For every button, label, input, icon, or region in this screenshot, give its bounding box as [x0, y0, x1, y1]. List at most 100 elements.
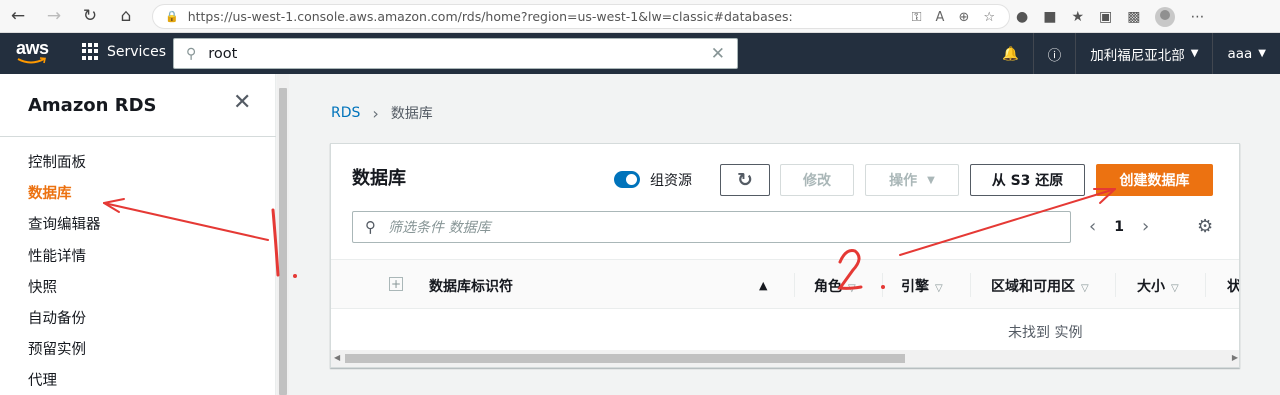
collections-icon[interactable]: ▣ [1099, 9, 1112, 25]
column-region-az[interactable]: 区域和可用区 ▽ [991, 276, 1089, 296]
region-label: 加利福尼亚北部 [1090, 47, 1185, 64]
search-icon: ⚲ [365, 218, 376, 236]
more-icon[interactable]: ⋯ [1190, 9, 1204, 25]
aws-smile-icon [17, 57, 46, 64]
sort-icon: ▽ [848, 283, 856, 294]
notifications-bell-icon[interactable]: 🔔 [988, 33, 1033, 74]
restore-from-s3-button[interactable]: 从 S3 还原 [970, 164, 1085, 196]
page-number[interactable]: 1 [1114, 219, 1124, 235]
sort-ascending-icon[interactable]: ▲ [759, 279, 767, 292]
sidebar-title: Amazon RDS [28, 95, 157, 116]
column-size[interactable]: 大小 ▽ [1137, 276, 1179, 296]
reload-icon[interactable]: ↻ [72, 0, 108, 33]
lock-icon: 🔒 [165, 10, 179, 23]
gear-icon[interactable]: ⚙ [1197, 216, 1213, 237]
column-divider [1205, 273, 1206, 297]
favorite-icon[interactable]: ☆ [983, 10, 995, 25]
create-database-label: 创建数据库 [1119, 173, 1190, 189]
sidebar-item-reserved-instances[interactable]: 预留实例 [28, 339, 101, 370]
services-label: Services [107, 43, 167, 60]
home-icon[interactable]: ⌂ [108, 0, 144, 33]
actions-label: 操作 [889, 173, 918, 189]
sort-icon: ▽ [1081, 283, 1089, 294]
extensions-icon[interactable]: ■ [1043, 9, 1056, 25]
read-aloud-icon[interactable]: A [936, 10, 945, 25]
aws-logo-text: aws [16, 38, 49, 58]
breadcrumb-current: 数据库 [390, 106, 433, 122]
profile-avatar[interactable] [1155, 6, 1176, 27]
address-bar[interactable]: 🔒 https://us-west-1.console.aws.amazon.c… [152, 4, 1010, 29]
caret-down-icon: ▼ [1258, 48, 1266, 59]
sort-icon: ▽ [935, 283, 943, 294]
table-header: + 数据库标识符 ▲ 角色 ▽ 引擎 ▽ 区域和可用区 ▽ 大小 ▽ 状 [331, 259, 1239, 309]
services-menu[interactable]: Services [82, 43, 166, 60]
column-engine[interactable]: 引擎 ▽ [901, 276, 943, 296]
sidebar-item-query-editor[interactable]: 查询编辑器 [28, 214, 101, 245]
global-search-input[interactable]: ⚲ root ✕ [173, 38, 738, 69]
sort-icon: ▽ [1171, 283, 1179, 294]
caret-down-icon: ▼ [927, 174, 935, 186]
chevron-right-icon[interactable]: › [1142, 216, 1149, 237]
column-divider [1115, 273, 1116, 297]
scroll-left-icon[interactable]: ◀ [334, 353, 340, 362]
filter-placeholder: 筛选条件 数据库 [388, 220, 491, 236]
account-menu[interactable]: aaa ▼ [1212, 33, 1280, 74]
back-icon[interactable]: ← [0, 0, 36, 33]
sidebar-item-proxies[interactable]: 代理 [28, 370, 101, 395]
column-db-identifier[interactable]: 数据库标识符 [429, 276, 513, 296]
column-divider [970, 273, 971, 297]
chevron-left-icon[interactable]: ‹ [1089, 216, 1096, 237]
clear-search-icon[interactable]: ✕ [711, 44, 725, 64]
breadcrumb: RDS › 数据库 [331, 103, 433, 123]
forward-icon[interactable]: → [36, 0, 72, 33]
group-resources-toggle[interactable] [614, 171, 640, 188]
chevron-right-icon: › [372, 103, 379, 123]
column-role[interactable]: 角色 ▽ [814, 276, 856, 296]
modify-button[interactable]: 修改 [780, 164, 854, 196]
restore-from-s3-label: 从 S3 还原 [991, 173, 1064, 189]
aws-logo[interactable]: aws [16, 38, 52, 68]
user-label: aaa [1227, 45, 1253, 62]
url-text: https://us-west-1.console.aws.amazon.com… [187, 9, 793, 24]
help-icon[interactable]: ⓘ [1032, 33, 1076, 74]
sidebar-divider [0, 136, 276, 137]
grid-icon [82, 43, 99, 60]
column-divider [882, 273, 883, 297]
annotation-dot-1 [293, 274, 297, 278]
filter-databases-input[interactable]: ⚲ 筛选条件 数据库 [352, 211, 1071, 243]
sidebar-item-databases[interactable]: 数据库 [28, 183, 101, 214]
breadcrumb-rds-link[interactable]: RDS [331, 105, 360, 121]
scroll-right-icon[interactable]: ▶ [1232, 353, 1238, 362]
caret-down-icon: ▼ [1190, 48, 1199, 59]
extension-icon-1[interactable]: ● [1016, 9, 1028, 25]
expand-all-icon[interactable]: + [389, 277, 403, 291]
browser-toolbar: ← → ↻ ⌂ 🔒 https://us-west-1.console.aws.… [0, 0, 1280, 33]
panel-title: 数据库 [352, 168, 406, 189]
sidebar-scrollbar[interactable] [277, 74, 289, 395]
empty-table-message: 未找到 实例 [1008, 325, 1083, 341]
sidebar-item-automated-backups[interactable]: 自动备份 [28, 308, 101, 339]
extension-icon-2[interactable]: ▩ [1127, 9, 1140, 25]
table-horizontal-scrollbar[interactable]: ◀ ▶ [331, 350, 1239, 367]
scrollbar-thumb[interactable] [345, 354, 905, 363]
favorites-icon[interactable]: ★ [1071, 9, 1084, 25]
actions-button[interactable]: 操作 ▼ [865, 164, 959, 196]
column-divider [794, 273, 795, 297]
search-value: root [208, 45, 238, 62]
scrollbar-thumb[interactable] [279, 88, 287, 395]
close-icon[interactable]: ✕ [233, 90, 251, 115]
search-icon: ⚲ [186, 45, 197, 62]
create-database-button[interactable]: 创建数据库 [1096, 164, 1213, 196]
modify-label: 修改 [803, 173, 831, 189]
pagination: ‹ 1 › [1089, 216, 1149, 237]
key-icon[interactable]: ⚿ [912, 10, 922, 25]
zoom-icon[interactable]: ⊕ [958, 10, 969, 25]
sidebar: Amazon RDS ✕ 控制面板 数据库 查询编辑器 性能详情 快照 自动备份… [0, 74, 276, 395]
sidebar-item-dashboard[interactable]: 控制面板 [28, 152, 101, 183]
region-selector[interactable]: 加利福尼亚北部 ▼ [1075, 33, 1212, 74]
sidebar-item-snapshots[interactable]: 快照 [28, 277, 101, 308]
column-status[interactable]: 状 [1227, 276, 1239, 296]
aws-top-nav: aws Services ⚲ root ✕ 🔔 ⓘ 加利福尼亚北部 ▼ aaa … [0, 33, 1280, 74]
refresh-button[interactable]: ↻ [720, 164, 770, 196]
sidebar-item-performance-insights[interactable]: 性能详情 [28, 246, 101, 277]
